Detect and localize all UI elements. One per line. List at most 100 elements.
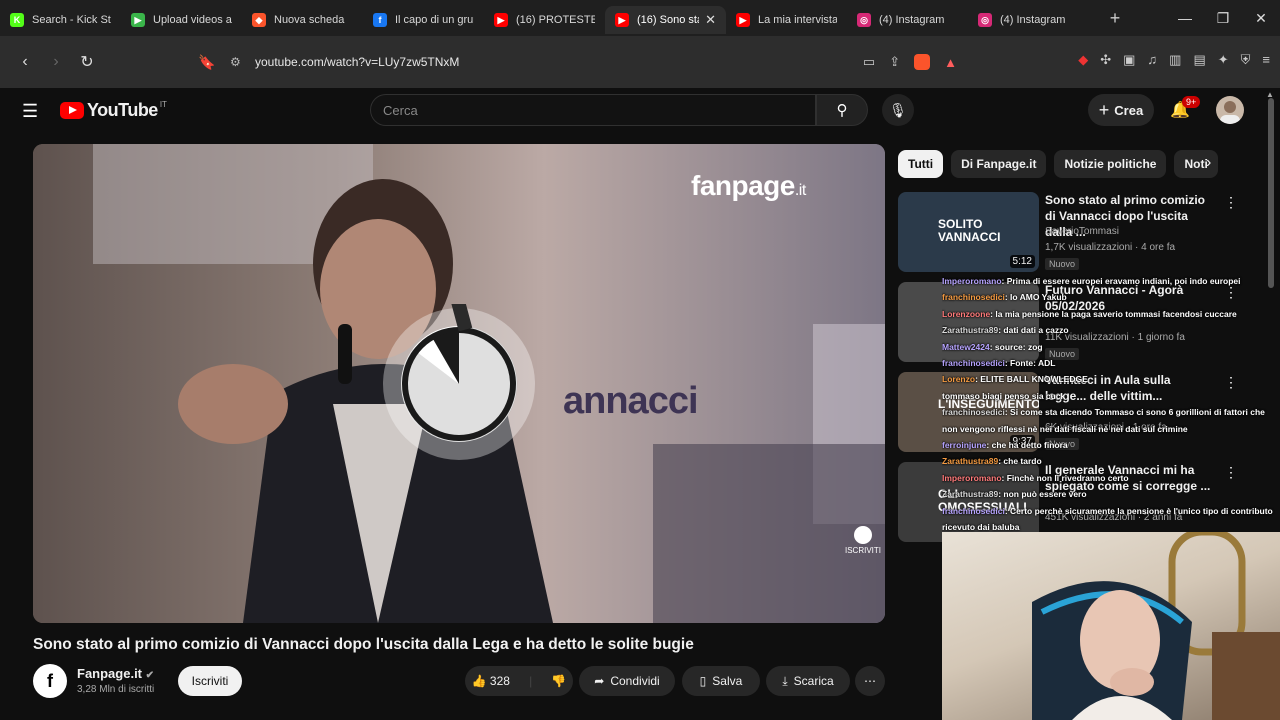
- chat-username: Lorenzo: [942, 374, 976, 385]
- chat-username: franchinosedici: [942, 292, 1005, 303]
- browser-tab[interactable]: ◎ (4) Instagram: [968, 6, 1089, 34]
- back-icon[interactable]: ‹: [12, 53, 38, 71]
- browser-tab[interactable]: K Search - Kick Strea: [0, 6, 121, 34]
- search-button[interactable]: ⚲: [816, 94, 868, 126]
- chat-message: franchinosedici: Io AMO Yakub: [942, 289, 1280, 305]
- cast-icon[interactable]: ▭: [863, 54, 875, 70]
- more-options-icon[interactable]: ⋮: [1224, 194, 1238, 211]
- tab-label: (4) Instagram: [879, 14, 945, 26]
- rewards-icon[interactable]: ▲: [944, 55, 957, 70]
- filter-chip[interactable]: Tutti: [898, 150, 944, 178]
- chat-text: non vengono riflessi nè nei dati fiscali…: [942, 423, 1188, 434]
- subscribe-watermark[interactable]: ISCRIVITI: [845, 526, 881, 555]
- channel-name[interactable]: Fanpage.it ✔: [77, 666, 154, 681]
- channel-avatar[interactable]: f: [33, 664, 67, 698]
- search-input[interactable]: [371, 95, 815, 125]
- download-button[interactable]: ⤓ Scarica: [766, 666, 850, 696]
- chat-text: tommaso biagi penso sia cuck: [942, 390, 1066, 401]
- chat-message: Imperoromano: Prima di essere europei er…: [942, 273, 1280, 289]
- sidebar-icon[interactable]: ▥: [1169, 52, 1181, 68]
- chat-text: : Fonte: ADL: [1004, 358, 1056, 369]
- bookmark-icon[interactable]: 🔖: [198, 54, 215, 71]
- video-thumbnail[interactable]: SOLITO VANNACCI 5:12: [898, 192, 1039, 272]
- filter-chip[interactable]: Notizie politiche: [1054, 150, 1167, 178]
- chat-text: : Io AMO Yakub: [1004, 292, 1067, 303]
- streamer-webcam-image: [1032, 532, 1280, 720]
- brave-shields-icon[interactable]: [914, 54, 931, 70]
- chat-text: : Prima di essere europei eravamo indian…: [1001, 276, 1241, 286]
- media-icon[interactable]: ♫: [1147, 52, 1157, 68]
- browser-tab[interactable]: f Il capo di un grupp: [363, 6, 484, 34]
- chip-next-icon[interactable]: ›: [1206, 154, 1211, 172]
- chat-username: Imperoromano: [942, 276, 1002, 286]
- wallet-icon[interactable]: ▤: [1193, 52, 1205, 68]
- chat-text: : Si come sta dicendo Tommaso ci sono 6 …: [1004, 407, 1265, 418]
- search-box[interactable]: [370, 94, 816, 126]
- subscribe-button[interactable]: Iscriviti: [178, 666, 242, 696]
- instagram-icon: ◎: [978, 13, 992, 27]
- browser-tab[interactable]: ▶ (16) PROTESTE NE: [484, 6, 605, 34]
- tab-label: (16) PROTESTE NE: [516, 14, 595, 26]
- thumbs-down-icon[interactable]: 👎: [551, 674, 566, 688]
- stream-chat-overlay: Imperoromano: Prima di essere europei er…: [942, 273, 1280, 536]
- vpn-icon[interactable]: ⛨: [1241, 52, 1251, 68]
- reload-icon[interactable]: ↻: [74, 52, 100, 72]
- youtube-icon: ▶: [615, 13, 629, 27]
- youtube-icon: ▶: [494, 13, 508, 27]
- youtube-logo[interactable]: YouTube IT: [60, 100, 167, 121]
- address-toolbar: ‹ › ↻ 🔖 ⚙ youtube.com/watch?v=LUy7zw5TNx…: [0, 36, 1280, 88]
- site-settings-icon[interactable]: ⚙: [230, 55, 241, 69]
- filter-chips: Tutti Di Fanpage.it Notizie politiche Noti: [898, 150, 1228, 180]
- save-button[interactable]: ▯ Salva: [682, 666, 760, 696]
- share-icon[interactable]: ⇪: [889, 54, 900, 70]
- more-icon: ⋯: [864, 674, 876, 688]
- close-tab-icon[interactable]: ✕: [705, 12, 716, 28]
- extension-icon[interactable]: ◆: [1078, 52, 1088, 68]
- chat-text: ricevuto dai baluba: [942, 522, 1020, 533]
- recommended-channel[interactable]: SaverioTommasi: [1045, 226, 1119, 237]
- chat-message: Zarathustra89: che tardo: [942, 453, 1280, 469]
- browser-tab[interactable]: ▶ Upload videos at F: [121, 6, 242, 34]
- scrollbar[interactable]: [1268, 98, 1274, 288]
- chat-message: franchinosedici: Fonte: ADL: [942, 355, 1280, 371]
- duration-badge: 5:12: [1009, 255, 1035, 268]
- minimize-icon[interactable]: —: [1166, 10, 1204, 26]
- notification-badge: 9+: [1182, 96, 1201, 108]
- voice-search-button[interactable]: 🎙: [882, 94, 914, 126]
- screenshot-icon[interactable]: ▣: [1123, 52, 1135, 68]
- omnibox[interactable]: 🔖 ⚙ youtube.com/watch?v=LUy7zw5TNxM ▭ ⇪ …: [190, 45, 965, 79]
- create-button[interactable]: + Crea: [1088, 94, 1154, 126]
- region-code: IT: [159, 100, 167, 109]
- browser-tab[interactable]: ◆ Nuova scheda: [242, 6, 363, 34]
- like-button[interactable]: 👍 328: [472, 674, 510, 688]
- search-icon: ⚲: [836, 102, 848, 119]
- chat-text: : dati dati a cazzo: [998, 325, 1069, 336]
- filter-chip[interactable]: Di Fanpage.it: [951, 150, 1047, 178]
- puzzle-icon[interactable]: ✣: [1100, 52, 1111, 68]
- more-actions-button[interactable]: ⋯: [855, 666, 885, 696]
- close-window-icon[interactable]: ✕: [1242, 10, 1280, 27]
- url-text[interactable]: youtube.com/watch?v=LUy7zw5TNxM: [255, 55, 459, 69]
- leo-icon[interactable]: ✦: [1218, 52, 1229, 68]
- restore-icon[interactable]: ❐: [1204, 10, 1242, 27]
- account-avatar[interactable]: [1216, 96, 1244, 124]
- browser-tab[interactable]: ▶ (16) Sono stat ✕: [605, 6, 726, 34]
- youtube-page: ☰ YouTube IT ⚲ 🎙 + Crea 🔔 9+: [0, 88, 1280, 720]
- browser-tab[interactable]: ◎ (4) Instagram: [847, 6, 968, 34]
- hamburger-menu-icon[interactable]: ☰: [22, 101, 38, 122]
- tab-label: Il capo di un grupp: [395, 14, 474, 26]
- recommended-video[interactable]: SOLITO VANNACCI 5:12 Sono stato al primo…: [898, 192, 1238, 272]
- video-title: Sono stato al primo comizio di Vannacci …: [33, 636, 694, 653]
- fanpage-watermark: fanpage.it: [691, 170, 806, 201]
- browser-tab[interactable]: ▶ La mia intervista a: [726, 6, 847, 34]
- chat-username: franchinosedici: [942, 358, 1005, 369]
- share-button[interactable]: ➦ Condividi: [579, 666, 675, 696]
- chat-text: : source: zog: [989, 341, 1043, 352]
- menu-icon[interactable]: ≡: [1262, 52, 1270, 68]
- forward-icon[interactable]: ›: [43, 53, 69, 71]
- chat-message: Zarathustra89: non può essere vero: [942, 486, 1280, 502]
- chat-username: Mattew2424: [942, 341, 990, 352]
- chat-message: Imperoromano: Finchè non li rivedranno c…: [942, 470, 1280, 486]
- new-tab-button[interactable]: +: [1097, 8, 1133, 29]
- video-player[interactable]: fanpage.it annacci ISCRIVITI: [33, 144, 885, 623]
